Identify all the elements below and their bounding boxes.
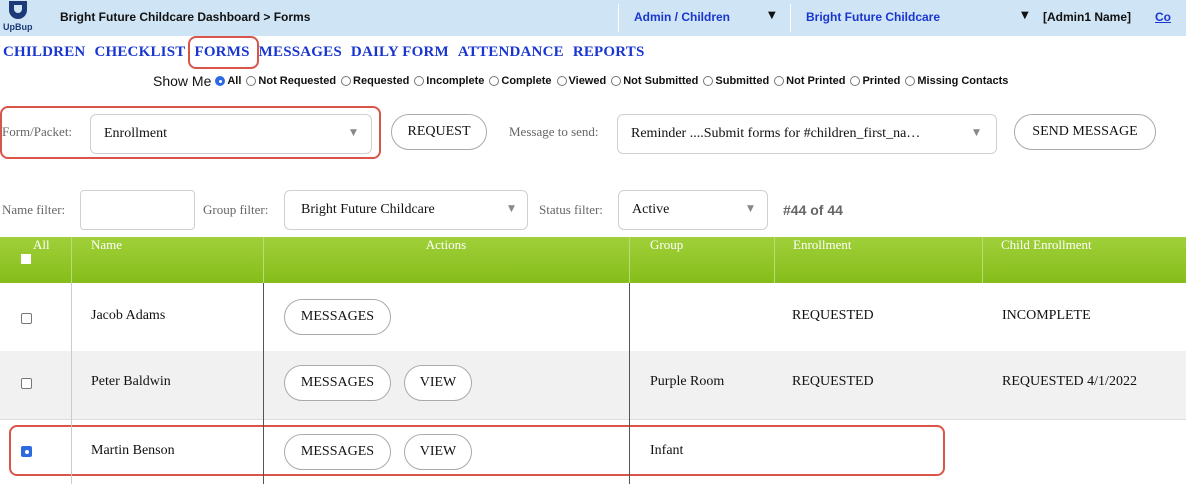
header-divider <box>982 237 983 283</box>
logo-text: UpBup <box>3 22 33 32</box>
radio-icon[interactable] <box>703 76 714 86</box>
role-select[interactable]: Admin / Children <box>634 10 730 24</box>
status-filter-value: Active <box>632 202 670 217</box>
radio-icon[interactable] <box>556 76 567 86</box>
result-count: #44 of 44 <box>783 202 843 218</box>
view-button[interactable]: VIEW <box>404 365 472 401</box>
message-value: Reminder ....Submit forms for #children_… <box>631 126 921 141</box>
row-name: Peter Baldwin <box>91 374 171 389</box>
name-filter-input[interactable] <box>80 190 195 230</box>
main-nav: CHILDREN CHECKLIST FORMS MESSAGES DAILY … <box>3 43 650 63</box>
nav-checklist[interactable]: CHECKLIST <box>94 44 185 60</box>
select-all-checkbox[interactable] <box>21 254 31 264</box>
option-not-printed[interactable]: Not Printed <box>774 75 845 87</box>
request-button[interactable]: REQUEST <box>391 114 487 150</box>
header-divider <box>629 237 630 283</box>
row-child-enrollment: INCOMPLETE <box>1002 308 1091 323</box>
option-printed[interactable]: Printed <box>850 75 900 87</box>
col-child-enrollment[interactable]: Child Enrollment <box>1001 237 1092 283</box>
message-label: Message to send: <box>509 124 599 139</box>
center-chevron-down-icon[interactable]: ▼ <box>1021 10 1029 21</box>
row-enrollment: REQUESTED <box>792 308 874 323</box>
admin-link[interactable]: Co <box>1155 10 1171 24</box>
option-all[interactable]: All <box>215 75 241 87</box>
show-me-filter: Show Me All Not Requested Requested Inco… <box>153 73 1013 89</box>
radio-icon[interactable] <box>611 76 622 86</box>
nav-attendance[interactable]: ATTENDANCE <box>458 44 564 60</box>
row-group: Purple Room <box>650 374 725 389</box>
column-divider <box>629 283 630 484</box>
radio-icon[interactable] <box>246 76 257 86</box>
nav-reports[interactable]: REPORTS <box>573 44 645 60</box>
radio-icon[interactable] <box>215 76 226 86</box>
header-divider <box>71 237 72 283</box>
top-bar: UpBup Bright Future Childcare Dashboard … <box>0 0 1186 36</box>
admin-name: [Admin1 Name] <box>1043 10 1132 24</box>
top-divider <box>618 4 619 32</box>
header-divider <box>774 237 775 283</box>
option-viewed[interactable]: Viewed <box>556 75 606 87</box>
radio-icon[interactable] <box>850 76 861 86</box>
show-me-label: Show Me <box>153 73 212 89</box>
row-child-enrollment: REQUESTED 4/1/2022 <box>1002 374 1137 389</box>
row-checkbox[interactable] <box>21 378 32 389</box>
column-divider <box>263 283 264 484</box>
chevron-down-icon: ▼ <box>973 128 980 138</box>
column-divider <box>71 283 72 484</box>
messages-button[interactable]: MESSAGES <box>284 365 391 401</box>
col-group[interactable]: Group <box>650 237 683 283</box>
row-checkbox[interactable] <box>21 313 32 324</box>
radio-icon[interactable] <box>341 76 352 86</box>
nav-children[interactable]: CHILDREN <box>3 44 85 60</box>
nav-messages[interactable]: MESSAGES <box>259 44 342 60</box>
message-select[interactable]: Reminder ....Submit forms for #children_… <box>617 114 997 154</box>
role-chevron-down-icon[interactable]: ▼ <box>768 10 776 21</box>
breadcrumb: Bright Future Childcare Dashboard > Form… <box>60 10 311 24</box>
chevron-down-icon: ▼ <box>747 204 754 214</box>
row-enrollment: REQUESTED <box>792 374 874 389</box>
name-filter-label: Name filter: <box>2 202 66 217</box>
col-all: All <box>33 237 50 252</box>
top-divider <box>790 4 791 32</box>
col-actions: Actions <box>425 237 467 252</box>
col-name[interactable]: Name <box>91 237 122 283</box>
option-complete[interactable]: Complete <box>489 75 552 87</box>
center-select[interactable]: Bright Future Childcare <box>806 10 940 24</box>
status-filter-select[interactable]: Active ▼ <box>618 190 768 230</box>
option-requested[interactable]: Requested <box>341 75 409 87</box>
table-header: All Name Actions Group Enrollment Child … <box>0 237 1186 283</box>
chevron-down-icon: ▼ <box>508 204 515 214</box>
radio-icon[interactable] <box>905 76 916 86</box>
status-filter-label: Status filter: <box>539 202 603 217</box>
table-row[interactable]: Jacob Adams MESSAGES REQUESTED INCOMPLET… <box>0 283 1186 351</box>
messages-button[interactable]: MESSAGES <box>284 299 391 335</box>
group-filter-label: Group filter: <box>203 202 269 217</box>
send-message-button[interactable]: SEND MESSAGE <box>1014 114 1156 150</box>
nav-daily-form[interactable]: DAILY FORM <box>351 44 449 60</box>
form-packet-highlight <box>0 106 381 159</box>
group-filter-value: Bright Future Childcare <box>301 202 435 217</box>
upbup-logo[interactable]: UpBup <box>3 0 37 36</box>
table-row[interactable]: Peter Baldwin MESSAGES VIEW Purple Room … <box>0 351 1186 419</box>
radio-icon[interactable] <box>414 76 425 86</box>
col-enrollment[interactable]: Enrollment <box>793 237 852 283</box>
option-incomplete[interactable]: Incomplete <box>414 75 484 87</box>
forms-highlight <box>188 36 259 69</box>
radio-icon[interactable] <box>489 76 500 86</box>
option-not-submitted[interactable]: Not Submitted <box>611 75 698 87</box>
option-not-requested[interactable]: Not Requested <box>246 75 336 87</box>
radio-icon[interactable] <box>774 76 785 86</box>
option-missing-contacts[interactable]: Missing Contacts <box>905 75 1008 87</box>
option-submitted[interactable]: Submitted <box>703 75 769 87</box>
logo-mark-icon <box>9 1 27 19</box>
group-filter-select[interactable]: Bright Future Childcare ▼ <box>284 190 528 230</box>
row-name: Jacob Adams <box>91 308 166 323</box>
selected-row-highlight <box>9 425 945 476</box>
